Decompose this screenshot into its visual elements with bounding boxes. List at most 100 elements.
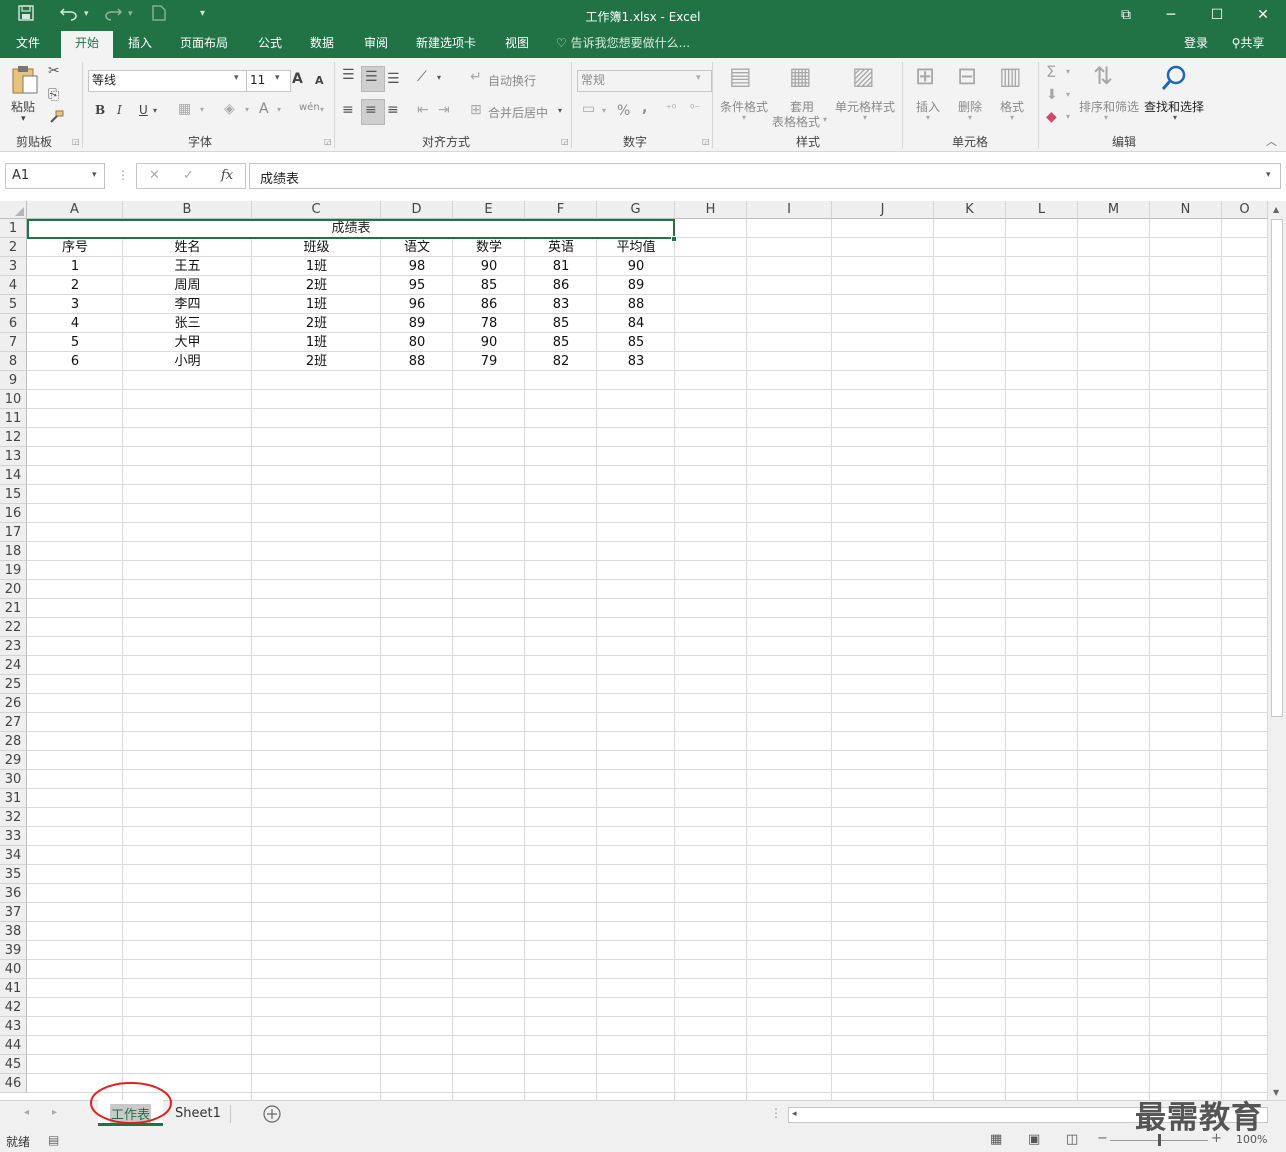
decrease-decimal-icon[interactable]: ⁰⁻ — [690, 103, 700, 114]
data-cell[interactable]: 85 — [525, 333, 597, 352]
font-name-box[interactable]: 等线 — [88, 70, 250, 92]
align-right-icon[interactable]: ≡ — [387, 103, 399, 117]
row-header-13[interactable]: 13 — [0, 447, 27, 466]
italic-button[interactable]: I — [117, 103, 122, 117]
insert-function-icon[interactable]: fx — [221, 168, 233, 183]
clear-dropdown-icon[interactable]: ▾ — [1066, 113, 1070, 121]
sort-filter-label[interactable]: 排序和筛选 — [1079, 98, 1139, 115]
row-header-11[interactable]: 11 — [0, 409, 27, 428]
vertical-scrollbar[interactable]: ▲ ▼ — [1268, 201, 1286, 1100]
font-launcher-icon[interactable]: ◲ — [324, 138, 332, 146]
clipboard-launcher-icon[interactable]: ◲ — [72, 138, 80, 146]
row-header-46[interactable]: 46 — [0, 1074, 27, 1093]
row-header-9[interactable]: 9 — [0, 371, 27, 390]
expand-formula-icon[interactable]: ▾ — [1266, 170, 1271, 180]
data-cell[interactable]: 小明 — [123, 352, 252, 371]
data-cell[interactable]: 6 — [27, 352, 123, 371]
currency-icon[interactable]: ▭ — [582, 102, 595, 116]
align-bottom-icon[interactable]: ☰ — [387, 72, 400, 86]
column-header-k[interactable]: K — [934, 201, 1006, 219]
column-header-n[interactable]: N — [1150, 201, 1222, 219]
currency-dropdown-icon[interactable]: ▾ — [602, 107, 606, 115]
insert-cells-icon[interactable]: ⊞ — [915, 64, 935, 88]
tab-formulas[interactable]: 公式 — [248, 31, 292, 58]
row-header-8[interactable]: 8 — [0, 352, 27, 371]
format-as-table-icon[interactable]: ▦ — [789, 64, 812, 88]
data-cell[interactable]: 周周 — [123, 276, 252, 295]
align-middle-icon[interactable]: ☰ — [365, 70, 378, 84]
data-cell[interactable]: 1班 — [252, 257, 381, 276]
align-top-icon[interactable]: ☰ — [342, 68, 355, 82]
underline-dropdown-icon[interactable]: ▾ — [153, 107, 157, 115]
header-cell[interactable]: 平均值 — [597, 238, 675, 257]
number-launcher-icon[interactable]: ◲ — [702, 138, 710, 146]
fill-dropdown-icon[interactable]: ▾ — [1066, 91, 1070, 99]
row-header-41[interactable]: 41 — [0, 979, 27, 998]
data-cell[interactable]: 80 — [381, 333, 453, 352]
tab-file[interactable]: 文件 — [4, 31, 52, 58]
copy-icon[interactable]: ⎘ — [48, 88, 59, 102]
conditional-formatting-dropdown-icon[interactable]: ▾ — [742, 114, 746, 122]
comma-icon[interactable]: , — [642, 100, 647, 116]
tab-review[interactable]: 审阅 — [354, 31, 398, 58]
data-cell[interactable]: 4 — [27, 314, 123, 333]
column-header-d[interactable]: D — [381, 201, 453, 219]
merge-center-label[interactable]: 合并后居中 — [488, 104, 548, 121]
row-header-44[interactable]: 44 — [0, 1036, 27, 1055]
percent-icon[interactable]: % — [617, 103, 630, 119]
orientation-icon[interactable]: ⟋ — [417, 70, 427, 84]
row-header-7[interactable]: 7 — [0, 333, 27, 352]
row-header-38[interactable]: 38 — [0, 922, 27, 941]
header-cell[interactable]: 数学 — [453, 238, 525, 257]
row-header-6[interactable]: 6 — [0, 314, 27, 333]
font-size-dropdown-icon[interactable]: ▾ — [275, 74, 280, 83]
share-button[interactable]: ⚲共享 — [1222, 31, 1274, 58]
row-header-30[interactable]: 30 — [0, 770, 27, 789]
data-cell[interactable]: 90 — [453, 333, 525, 352]
row-header-22[interactable]: 22 — [0, 618, 27, 637]
zoom-out-icon[interactable]: − — [1097, 1131, 1108, 1146]
next-sheet-icon[interactable]: ▸ — [52, 1107, 57, 1118]
row-header-36[interactable]: 36 — [0, 884, 27, 903]
row-header-26[interactable]: 26 — [0, 694, 27, 713]
header-cell[interactable]: 英语 — [525, 238, 597, 257]
column-header-i[interactable]: I — [747, 201, 832, 219]
maximize-button[interactable]: ☐ — [1194, 4, 1240, 26]
column-header-g[interactable]: G — [597, 201, 675, 219]
scroll-left-icon[interactable]: ◂ — [792, 1109, 797, 1119]
data-cell[interactable]: 张三 — [123, 314, 252, 333]
data-cell[interactable]: 84 — [597, 314, 675, 333]
align-center-icon[interactable]: ≡ — [365, 103, 377, 117]
shrink-font-icon[interactable]: A — [315, 74, 324, 87]
add-sheet-icon[interactable] — [262, 1104, 282, 1127]
row-header-45[interactable]: 45 — [0, 1055, 27, 1074]
data-cell[interactable]: 79 — [453, 352, 525, 371]
minimize-button[interactable]: ─ — [1148, 4, 1194, 26]
row-header-25[interactable]: 25 — [0, 675, 27, 694]
tab-page-layout[interactable]: 页面布局 — [172, 31, 236, 58]
font-name-dropdown-icon[interactable]: ▾ — [234, 74, 239, 83]
decrease-indent-icon[interactable]: ⇤ — [417, 103, 429, 117]
alignment-launcher-icon[interactable]: ◲ — [561, 138, 569, 146]
row-header-20[interactable]: 20 — [0, 580, 27, 599]
data-cell[interactable]: 85 — [597, 333, 675, 352]
data-cell[interactable]: 1班 — [252, 333, 381, 352]
row-header-35[interactable]: 35 — [0, 865, 27, 884]
data-cell[interactable]: 2班 — [252, 352, 381, 371]
wrap-text-label[interactable]: 自动换行 — [488, 72, 536, 89]
find-select-icon[interactable] — [1160, 64, 1188, 96]
insert-cells-dropdown-icon[interactable]: ▾ — [926, 114, 930, 122]
row-header-43[interactable]: 43 — [0, 1017, 27, 1036]
phonetic-icon[interactable]: wén — [299, 102, 320, 113]
tab-splitter-icon[interactable]: ⋮ — [770, 1106, 782, 1120]
login-button[interactable]: 登录 — [1178, 31, 1214, 58]
row-header-42[interactable]: 42 — [0, 998, 27, 1017]
borders-dropdown-icon[interactable]: ▾ — [200, 106, 204, 114]
row-header-32[interactable]: 32 — [0, 808, 27, 827]
format-as-table-dropdown-icon[interactable]: ▾ — [823, 116, 827, 124]
scroll-up-icon[interactable]: ▲ — [1273, 205, 1279, 214]
data-cell[interactable]: 81 — [525, 257, 597, 276]
row-header-21[interactable]: 21 — [0, 599, 27, 618]
data-cell[interactable]: 88 — [381, 352, 453, 371]
increase-indent-icon[interactable]: ⇥ — [438, 103, 450, 117]
